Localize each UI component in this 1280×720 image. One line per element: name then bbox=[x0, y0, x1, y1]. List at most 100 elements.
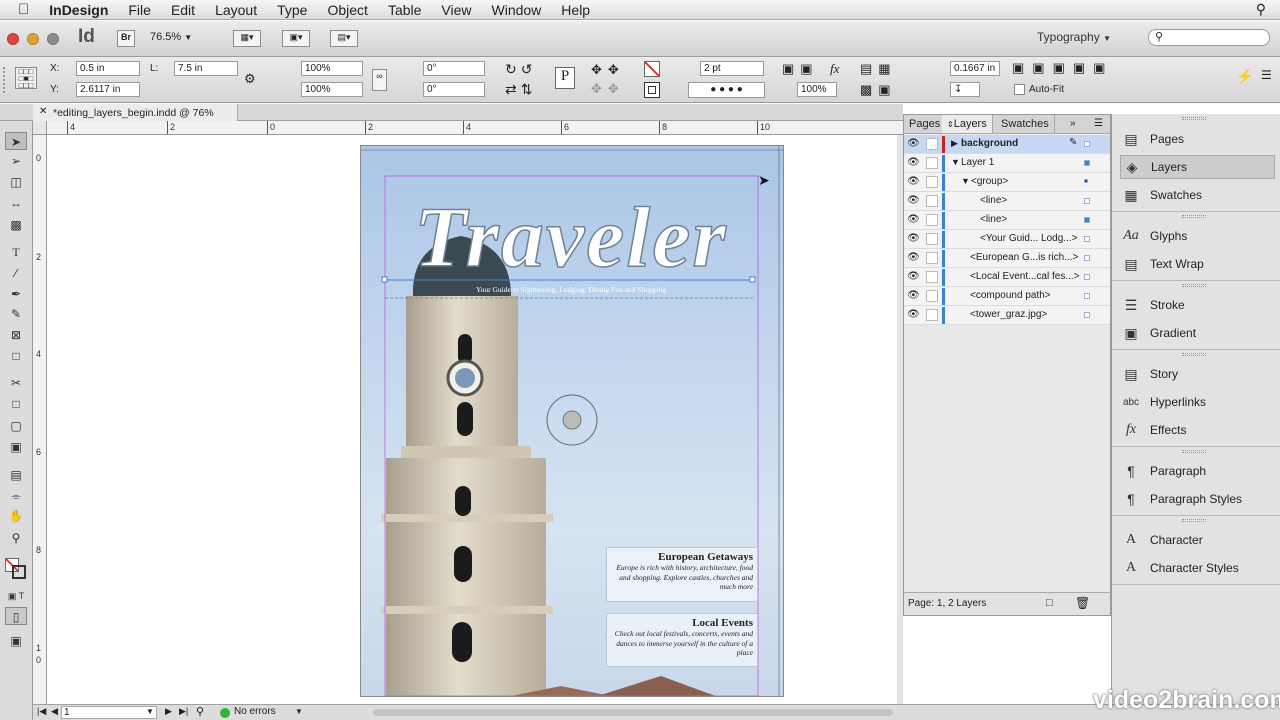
app-menu[interactable]: InDesign bbox=[39, 2, 118, 18]
page-number-field[interactable]: 1 bbox=[61, 706, 157, 719]
menu-layout[interactable]: Layout bbox=[205, 2, 267, 18]
selection-square[interactable] bbox=[1084, 198, 1090, 204]
stroke-type-dropdown[interactable]: ● ● ● ● bbox=[688, 82, 765, 98]
flip-icons[interactable]: ⇄⇅ bbox=[505, 81, 536, 98]
stroke-swatch[interactable] bbox=[644, 82, 660, 98]
collapse-triangle-icon[interactable]: ▼ bbox=[951, 157, 960, 167]
note-tool-icon[interactable]: ▤ bbox=[5, 466, 27, 484]
vertical-scrollbar[interactable] bbox=[897, 135, 903, 704]
horizontal-scrollbar[interactable] bbox=[373, 709, 893, 716]
workspace-switcher[interactable]: Typography ▼ bbox=[1037, 30, 1111, 44]
gradient-swatch-tool-icon[interactable]: ▢ bbox=[5, 417, 27, 435]
fill-stroke-icon[interactable] bbox=[5, 558, 27, 580]
selection-square[interactable] bbox=[1084, 179, 1088, 183]
lock-toggle[interactable] bbox=[926, 214, 938, 226]
rectangle-tool-icon[interactable]: □ bbox=[5, 347, 27, 365]
rotation-angle-field[interactable]: 0° bbox=[423, 61, 485, 76]
opacity-field[interactable]: 100% bbox=[797, 82, 837, 97]
selection-square[interactable] bbox=[1084, 312, 1090, 318]
close-window-button[interactable] bbox=[7, 33, 19, 45]
trash-icon[interactable]: 🗑 bbox=[1075, 596, 1090, 610]
direct-selection-tool-icon[interactable]: ➢ bbox=[5, 152, 27, 170]
menu-file[interactable]: File bbox=[118, 2, 161, 18]
selection-square[interactable] bbox=[1084, 160, 1090, 166]
lock-toggle[interactable] bbox=[926, 233, 938, 245]
dock-pages[interactable]: ▤ Pages bbox=[1120, 127, 1275, 151]
visibility-eye-icon[interactable]: 👁 bbox=[907, 157, 920, 169]
menu-table[interactable]: Table bbox=[378, 2, 431, 18]
collapse-triangle-icon[interactable]: ▼ bbox=[961, 176, 970, 186]
dock-paragraph[interactable]: ¶ Paragraph bbox=[1120, 459, 1275, 483]
dock-paragraph-styles[interactable]: ¶ Paragraph Styles bbox=[1120, 487, 1275, 511]
visibility-eye-icon[interactable]: 👁 bbox=[907, 290, 920, 302]
preflight-dropdown-icon[interactable]: ▼ bbox=[295, 707, 303, 716]
dock-character[interactable]: A Character bbox=[1120, 528, 1275, 552]
hand-tool-icon[interactable]: ✋ bbox=[5, 507, 27, 525]
apply-none-icon[interactable]: ▯ bbox=[5, 607, 27, 625]
layer-row[interactable]: 👁 <line> bbox=[904, 192, 1110, 211]
rectangle-frame-tool-icon[interactable]: ⊠ bbox=[5, 326, 27, 344]
preflight-status-text[interactable]: No errors bbox=[234, 706, 276, 717]
layer-row[interactable]: 👁 <tower_graz.jpg> bbox=[904, 306, 1110, 325]
lock-toggle[interactable] bbox=[926, 195, 938, 207]
pen-tool-icon[interactable]: ✒ bbox=[5, 285, 27, 303]
lock-toggle[interactable] bbox=[926, 138, 938, 150]
visibility-eye-icon[interactable]: 👁 bbox=[907, 195, 920, 207]
collapse-panel-icon[interactable]: » bbox=[1070, 118, 1076, 129]
length-field[interactable]: 7.5 in bbox=[174, 61, 238, 76]
lock-toggle[interactable] bbox=[926, 290, 938, 302]
layer-row[interactable]: 👁 <compound path> bbox=[904, 287, 1110, 306]
tab-layers[interactable]: ⇕Layers bbox=[942, 115, 993, 133]
layer-row[interactable]: 👁 ▼ <group> bbox=[904, 173, 1110, 192]
visibility-eye-icon[interactable]: 👁 bbox=[907, 176, 920, 188]
menu-window[interactable]: Window bbox=[482, 2, 552, 18]
shear-angle-field[interactable]: 0° bbox=[423, 82, 485, 97]
dock-hyperlinks[interactable]: abc Hyperlinks bbox=[1120, 390, 1275, 414]
arrange-documents-button[interactable]: ▤▾ bbox=[330, 30, 358, 47]
drop-shadow-icon[interactable]: ▣▣ bbox=[782, 61, 819, 77]
panel-menu-icon[interactable]: ☰ bbox=[1094, 118, 1103, 129]
dock-character-styles[interactable]: A Character Styles bbox=[1120, 556, 1275, 580]
free-transform-tool-icon[interactable]: □ bbox=[5, 395, 27, 413]
menu-object[interactable]: Object bbox=[317, 2, 377, 18]
formatting-affects-icon[interactable]: ▣ T bbox=[5, 587, 27, 605]
selection-square[interactable] bbox=[1084, 255, 1090, 261]
minimize-window-button[interactable] bbox=[27, 33, 39, 45]
constrain-proportions-icon[interactable]: ⚙ bbox=[244, 71, 256, 87]
y-position-field[interactable]: 2.6117 in bbox=[76, 82, 140, 97]
visibility-eye-icon[interactable]: 👁 bbox=[907, 233, 920, 245]
line-tool-icon[interactable]: ∕ bbox=[5, 264, 27, 282]
chain-link-icon[interactable]: ∞ bbox=[372, 69, 387, 91]
layer-row[interactable]: 👁 <Your Guid... Lodg...> bbox=[904, 230, 1110, 249]
gutter-field-2[interactable]: ↧ bbox=[950, 82, 980, 97]
local-events-box[interactable]: Local Events Check out local festivals, … bbox=[606, 613, 758, 667]
select-content-icon[interactable]: ✥✥ bbox=[591, 81, 625, 97]
selection-square[interactable] bbox=[1084, 141, 1090, 147]
dock-glyphs[interactable]: Aa Glyphs bbox=[1120, 224, 1275, 248]
lock-toggle[interactable] bbox=[926, 271, 938, 283]
scissors-tool-icon[interactable]: ✂ bbox=[5, 374, 27, 392]
layer-row[interactable]: 👁 <European G...is rich...> bbox=[904, 249, 1110, 268]
lock-toggle[interactable] bbox=[926, 176, 938, 188]
dock-swatches[interactable]: ▦ Swatches bbox=[1120, 183, 1275, 207]
page-tool-icon[interactable]: ◫ bbox=[5, 173, 27, 191]
type-tool-icon[interactable]: T bbox=[5, 243, 27, 261]
page-dropdown-icon[interactable]: ▼ bbox=[146, 707, 154, 716]
zoom-tool-icon[interactable]: ⚲ bbox=[5, 529, 27, 547]
ruler-origin[interactable] bbox=[33, 121, 47, 135]
visibility-eye-icon[interactable]: 👁 bbox=[907, 138, 920, 150]
open-document-icon[interactable]: ⚲ bbox=[196, 705, 204, 718]
gutter-field[interactable]: 0.1667 in bbox=[950, 61, 1000, 76]
screen-mode-button[interactable]: ▣▾ bbox=[282, 30, 310, 47]
reference-point-icon[interactable]: □□□ □■□ □□□ bbox=[15, 67, 37, 90]
selection-square[interactable] bbox=[1084, 293, 1090, 299]
selection-square[interactable] bbox=[1084, 274, 1090, 280]
menu-edit[interactable]: Edit bbox=[161, 2, 205, 18]
fill-none-swatch[interactable] bbox=[644, 61, 660, 77]
lock-toggle[interactable] bbox=[926, 157, 938, 169]
fx-effects-icon[interactable]: fx bbox=[830, 61, 839, 77]
zoom-level-dropdown[interactable]: 76.5% ▼ bbox=[150, 31, 210, 43]
layer-row[interactable]: 👁 ▼ Layer 1 bbox=[904, 154, 1110, 173]
selection-tool-icon[interactable]: ➤ bbox=[5, 132, 27, 150]
next-page-icon[interactable]: ▶ bbox=[165, 706, 172, 717]
